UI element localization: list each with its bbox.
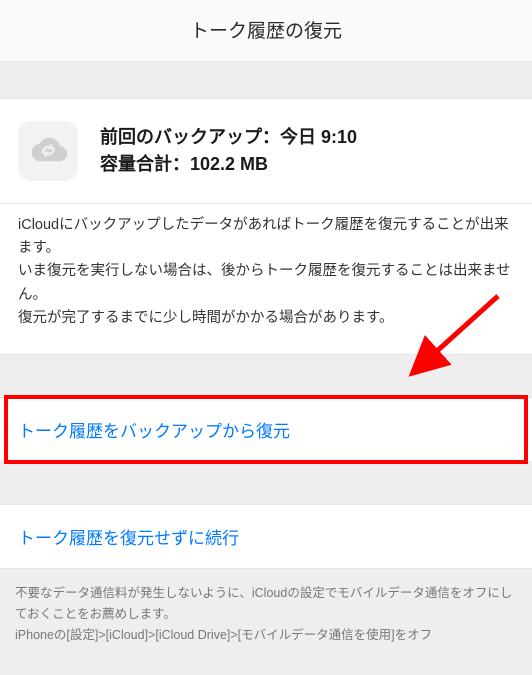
total-size-label: 容量合計：102.2 MB (100, 151, 357, 178)
footer-line1: 不要なデータ通信料が発生しないように、iCloudの設定でモバイルデータ通信をオ… (15, 583, 517, 626)
restore-from-backup-button[interactable]: トーク履歴をバックアップから復元 (0, 397, 532, 462)
description-block: iCloudにバックアップしたデータがあればトーク履歴を復元することが出来ます。… (0, 204, 532, 355)
last-backup-label: 前回のバックアップ：今日 9:10 (100, 124, 357, 151)
cloud-sync-icon (18, 121, 78, 181)
description-line1: iCloudにバックアップしたデータがあればトーク履歴を復元することが出来ます。 (18, 214, 514, 260)
backup-text-block: 前回のバックアップ：今日 9:10 容量合計：102.2 MB (100, 124, 357, 178)
description-line2: いま復元を実行しない場合は、後からトーク履歴を復元することは出来ません。 (18, 260, 514, 306)
page-title: トーク履歴の復元 (0, 16, 532, 43)
continue-without-restore-button[interactable]: トーク履歴を復元せずに続行 (0, 504, 532, 569)
spacer (0, 62, 532, 98)
backup-info-row: 前回のバックアップ：今日 9:10 容量合計：102.2 MB (0, 98, 532, 204)
spacer (0, 355, 532, 397)
spacer (0, 462, 532, 504)
footer-note: 不要なデータ通信料が発生しないように、iCloudの設定でモバイルデータ通信をオ… (0, 569, 532, 661)
page-header: トーク履歴の復元 (0, 0, 532, 62)
restore-highlight: トーク履歴をバックアップから復元 (0, 397, 532, 462)
description-line3: 復元が完了するまでに少し時間がかかる場合があります。 (18, 307, 514, 330)
footer-line2: iPhoneの[設定]>[iCloud]>[iCloud Drive]>[モバイ… (15, 625, 517, 646)
